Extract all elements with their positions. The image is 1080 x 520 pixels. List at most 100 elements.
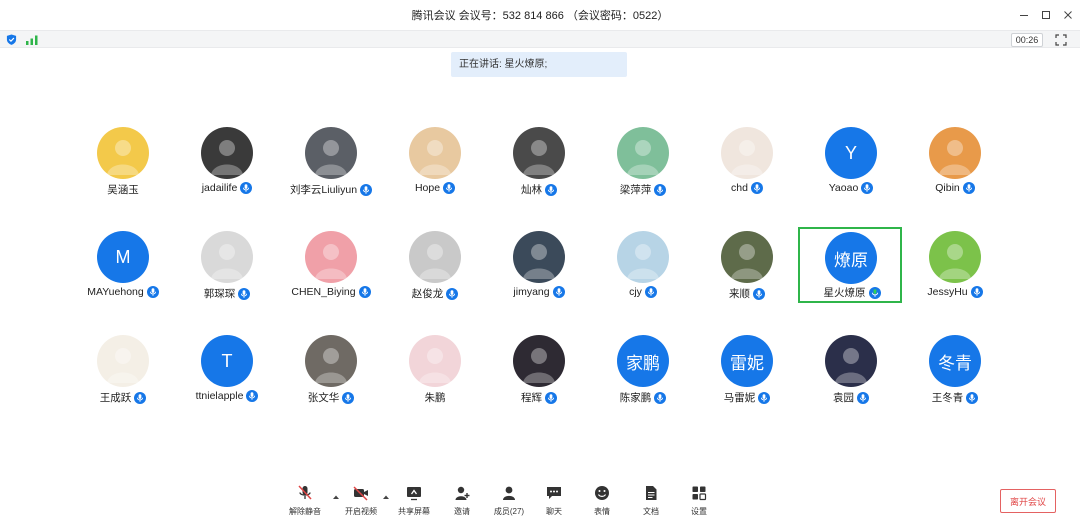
participant-label: 赵俊龙 (382, 286, 488, 301)
participant-tile[interactable]: 袁园 (798, 335, 902, 411)
start-video-label: 开启视频 (345, 507, 377, 516)
participant-label: MAYuehong (70, 286, 176, 298)
video-options-caret-icon[interactable] (382, 494, 390, 500)
participant-tile[interactable]: 家鹏陈家鹏 (590, 335, 694, 411)
microphone-icon (966, 391, 979, 404)
participant-label: 王成跃 (70, 390, 176, 405)
participant-avatar (513, 231, 565, 283)
avatar-photo-icon (523, 140, 555, 175)
meeting-toolbar: 解除静音 开启视频 共享屏幕 邀请 成员(27) 聊天 表情 文档 设置 (0, 484, 1080, 520)
invite-label: 邀请 (454, 507, 470, 516)
avatar-photo-icon (419, 244, 451, 279)
participant-tile[interactable]: JessyHu (902, 231, 1006, 307)
participant-tile[interactable]: cjy (590, 231, 694, 307)
participant-label: CHEN_Biying (278, 286, 384, 298)
avatar-photo-icon (315, 140, 347, 175)
participant-tile[interactable]: 张文华 (278, 335, 382, 411)
participant-avatar (305, 335, 357, 387)
microphone-icon (750, 182, 763, 194)
reactions-label: 表情 (594, 507, 610, 516)
microphone-icon (758, 391, 771, 404)
reactions-button[interactable]: 表情 (580, 484, 624, 517)
microphone-icon (545, 391, 557, 404)
participant-tile[interactable]: 程辉 (486, 335, 590, 411)
start-video-button[interactable]: 开启视频 (339, 484, 383, 517)
participant-label: 郭琛琛 (174, 286, 280, 301)
participant-tile[interactable]: 燎原 星火燎原 (798, 227, 902, 303)
participant-name: 赵俊龙 (411, 288, 444, 300)
participant-tile[interactable]: 郭琛琛 (174, 231, 278, 307)
participant-tile[interactable]: 来顺 (694, 231, 798, 307)
participant-avatar: T (201, 335, 253, 387)
participant-avatar (513, 335, 565, 387)
participant-avatar (201, 231, 253, 283)
participant-name: 程辉 (521, 392, 542, 404)
participant-avatar (305, 127, 357, 179)
participant-tile[interactable]: 刘李云Liuliyun (278, 127, 382, 203)
invite-button[interactable]: 邀请 (440, 484, 484, 517)
participant-tile[interactable]: Qibin (902, 127, 1006, 203)
participant-label: 马雷妮 (694, 390, 800, 405)
participant-name: 吴涵玉 (107, 184, 139, 196)
camera-off-icon (353, 486, 368, 501)
microphone-icon (246, 390, 259, 402)
participant-name: 张文华 (307, 392, 340, 404)
participant-tile[interactable]: 吴涵玉 (70, 127, 174, 203)
participant-tile[interactable]: 赵俊龙 (382, 231, 486, 307)
microphone-icon (446, 287, 459, 300)
avatar-initials: 家鹏 (626, 353, 660, 373)
participant-tile[interactable]: 朱鹏 (382, 335, 486, 411)
participant-avatar: 燎原 (825, 232, 877, 284)
participant-label: 吴涵玉 (70, 182, 176, 197)
avatar-photo-icon (211, 244, 243, 279)
members-button[interactable]: 成员(27) (487, 484, 531, 517)
participant-tile[interactable]: chd (694, 127, 798, 203)
avatar-photo-icon (835, 348, 867, 383)
participant-tile[interactable]: 冬青 王冬青 (902, 335, 1006, 411)
unmute-button[interactable]: 解除静音 (283, 484, 327, 517)
share-screen-button[interactable]: 共享屏幕 (392, 484, 436, 517)
members-icon (503, 486, 515, 500)
avatar-initials: 雷妮 (730, 353, 764, 373)
chat-icon (547, 487, 561, 499)
avatar-photo-icon (627, 244, 659, 279)
leave-meeting-button[interactable]: 离开会议 (1000, 489, 1056, 513)
participant-label: 来顺 (694, 286, 800, 301)
participant-label: 灿林 (486, 182, 592, 197)
docs-label: 文档 (643, 507, 659, 516)
participant-tile[interactable]: jimyang (486, 231, 590, 307)
participant-tile[interactable]: jadailife (174, 127, 278, 203)
participant-name: 马雷妮 (723, 392, 756, 404)
participant-name: jimyang (513, 286, 550, 298)
participant-name: CHEN_Biying (291, 286, 356, 298)
participant-name: 来顺 (729, 288, 750, 300)
participant-tile[interactable]: M MAYuehong (70, 231, 174, 307)
microphone-icon (238, 287, 251, 300)
participant-tile[interactable]: 王成跃 (70, 335, 174, 411)
participant-tile[interactable]: Hope (382, 127, 486, 203)
participant-name: 陈家鹏 (619, 392, 652, 404)
settings-button[interactable]: 设置 (677, 484, 721, 517)
participant-tile[interactable]: Tttnielapple (174, 335, 278, 411)
avatar-photo-icon (107, 140, 139, 175)
participant-avatar (721, 127, 773, 179)
participant-name: ttnielapple (195, 390, 244, 402)
participant-label: 程辉 (486, 390, 592, 405)
participant-name: 星火燎原 (823, 287, 866, 299)
participant-tile[interactable]: 雷妮马雷妮 (694, 335, 798, 411)
docs-button[interactable]: 文档 (629, 484, 673, 517)
participant-label: Qibin (902, 182, 1008, 194)
participant-label: cjy (590, 286, 696, 298)
participant-avatar (97, 127, 149, 179)
chat-button[interactable]: 聊天 (532, 484, 576, 517)
participant-tile[interactable]: Y Yaoao (798, 127, 902, 203)
avatar-photo-icon (731, 140, 763, 175)
participant-tile[interactable]: CHEN_Biying (278, 231, 382, 307)
microphone-icon (644, 286, 657, 298)
participant-tile[interactable]: 灿林 (486, 127, 590, 203)
participant-tile[interactable]: 梁萍萍 (590, 127, 694, 203)
participant-label: 袁园 (798, 390, 904, 405)
participant-name: JessyHu (927, 286, 968, 298)
participant-label: 星火燎原 (800, 285, 904, 300)
document-icon (646, 486, 657, 500)
